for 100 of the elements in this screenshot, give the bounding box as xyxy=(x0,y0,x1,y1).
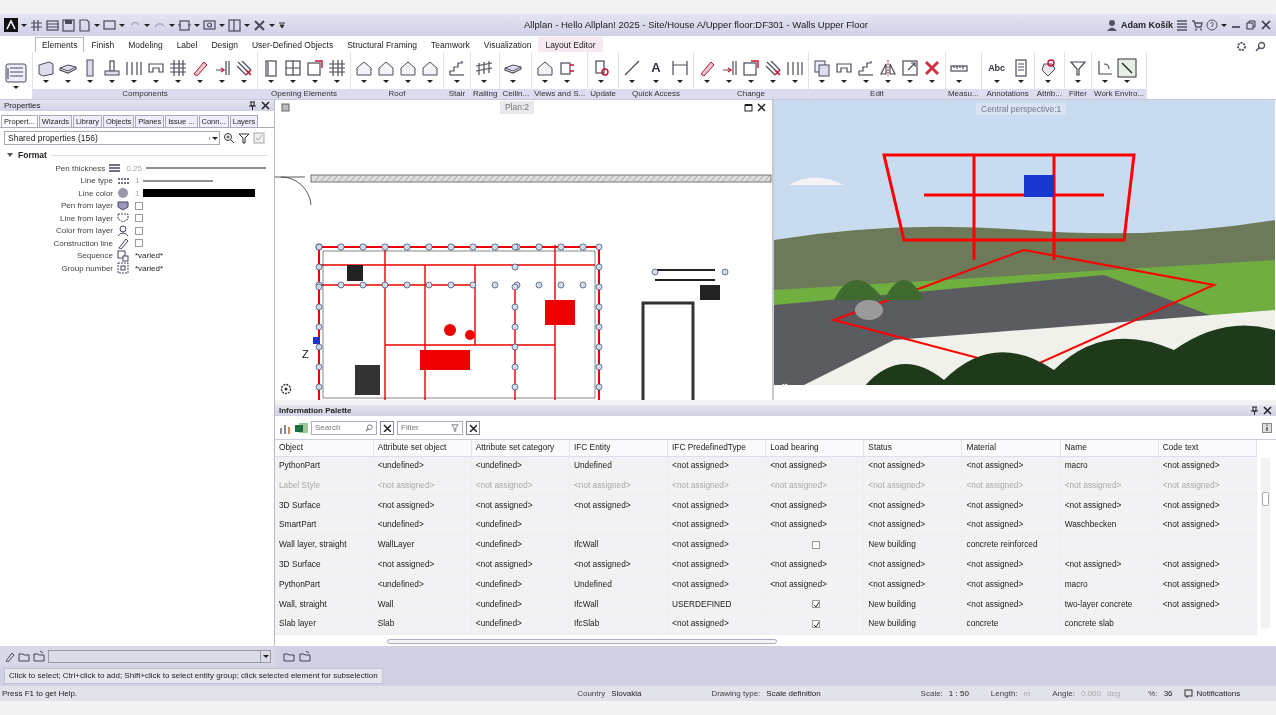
column-header[interactable]: IFC PredefinedType xyxy=(667,440,766,456)
tool-button[interactable] xyxy=(474,58,494,83)
ribbon-tab[interactable]: Label xyxy=(169,36,205,52)
user-icon[interactable] xyxy=(1106,19,1118,31)
folder-icon[interactable] xyxy=(33,650,45,662)
tool-button[interactable] xyxy=(1068,58,1088,83)
viewport-tab[interactable]: Plan:2 xyxy=(499,101,535,114)
ribbon-tab[interactable]: User-Defined Objects xyxy=(244,36,341,52)
customize-icon[interactable] xyxy=(278,21,286,29)
scrollbar[interactable] xyxy=(1261,458,1270,628)
caret-icon[interactable] xyxy=(94,23,100,27)
pin-icon[interactable] xyxy=(248,101,257,110)
layout-icon[interactable] xyxy=(228,18,241,32)
column-header[interactable]: Name xyxy=(1060,440,1159,456)
checkbox[interactable] xyxy=(135,226,143,235)
close-icon[interactable] xyxy=(261,101,270,110)
pencil-icon[interactable] xyxy=(4,650,15,662)
folder-icon[interactable] xyxy=(18,650,30,662)
tool-button[interactable] xyxy=(305,58,325,83)
help-icon[interactable] xyxy=(1206,19,1218,31)
user-name[interactable]: Adam Košík xyxy=(1121,19,1173,31)
checkbox[interactable] xyxy=(135,239,143,248)
folder-icon[interactable] xyxy=(283,650,295,662)
column-header[interactable]: Material xyxy=(962,440,1061,456)
column-header[interactable]: Status xyxy=(863,440,962,456)
checkbox[interactable] xyxy=(135,201,143,210)
maximize-icon[interactable] xyxy=(744,103,753,112)
column-header[interactable]: Attribute set object xyxy=(373,440,472,456)
folder-icon[interactable] xyxy=(299,650,311,662)
close-icon[interactable] xyxy=(1260,19,1272,31)
restore-icon[interactable] xyxy=(1245,19,1257,31)
column-header[interactable]: IFC Entity xyxy=(569,440,668,456)
clear-button[interactable] xyxy=(380,421,394,435)
info-icon[interactable] xyxy=(1262,423,1272,433)
text-button[interactable]: Abc xyxy=(984,58,1009,83)
ribbon-tab[interactable]: Elements xyxy=(35,36,85,52)
ribbon-tab[interactable]: Teamwork xyxy=(424,36,477,52)
column-header[interactable]: Load bearing xyxy=(765,440,864,456)
checkbox[interactable] xyxy=(135,214,143,223)
settings-icon[interactable] xyxy=(1236,41,1247,52)
chart-icon[interactable] xyxy=(279,422,292,434)
tool-button[interactable] xyxy=(899,58,920,83)
caret-icon[interactable] xyxy=(169,23,175,27)
ribbon-tab[interactable]: Structural Framing xyxy=(340,36,425,52)
close-icon[interactable] xyxy=(757,103,766,112)
checkbox[interactable] xyxy=(812,541,821,550)
grid-icon[interactable] xyxy=(30,18,43,32)
column-header[interactable]: Code text xyxy=(1158,440,1257,456)
ribbon-tab[interactable]: Design xyxy=(204,36,245,52)
table-icon[interactable] xyxy=(46,18,59,32)
checkbox[interactable] xyxy=(812,600,821,609)
checkbox-icon[interactable] xyxy=(253,132,265,144)
pin-icon[interactable] xyxy=(1250,406,1259,415)
ribbon-tab[interactable]: Visualization xyxy=(476,36,539,52)
list-icon[interactable] xyxy=(1176,19,1188,31)
zoom-icon[interactable] xyxy=(223,132,235,144)
caret-icon[interactable] xyxy=(269,23,275,27)
caret-icon[interactable] xyxy=(194,23,200,27)
notifications-button[interactable]: Notifications xyxy=(1178,688,1241,699)
checkbox[interactable] xyxy=(812,620,821,629)
search-field[interactable]: Search xyxy=(311,421,377,435)
cart-icon[interactable] xyxy=(1191,19,1203,31)
properties-dropdown[interactable]: Shared properties (156) xyxy=(4,131,220,145)
text-input[interactable]: Filter xyxy=(401,423,451,433)
clear-button[interactable] xyxy=(466,421,480,435)
logo-icon[interactable] xyxy=(4,18,18,32)
navigation-icon[interactable] xyxy=(280,383,292,395)
tool-button[interactable] xyxy=(234,58,254,83)
tool-button[interactable] xyxy=(36,58,56,83)
tools-icon[interactable] xyxy=(253,18,266,32)
column-header[interactable]: Object xyxy=(275,440,374,456)
tool-button[interactable] xyxy=(283,58,303,83)
filter-icon[interactable] xyxy=(238,132,250,144)
caret-icon[interactable] xyxy=(21,23,27,27)
tool-button[interactable] xyxy=(1117,58,1137,83)
caret-icon[interactable] xyxy=(1221,23,1227,27)
ribbon-tab[interactable]: Modeling xyxy=(121,36,170,52)
property-value[interactable]: *varied* xyxy=(135,263,163,274)
caret-icon[interactable] xyxy=(119,23,125,27)
search-icon[interactable] xyxy=(1255,41,1266,52)
viewport-menu-icon[interactable] xyxy=(281,103,290,112)
viewport-tab[interactable]: Central perspective:1 xyxy=(976,103,1067,116)
filter-field[interactable]: Filter xyxy=(397,421,463,435)
property-value[interactable]: *varied* xyxy=(135,251,163,261)
column-header[interactable]: Attribute set category xyxy=(471,440,570,456)
document-icon[interactable] xyxy=(78,18,91,32)
save-icon[interactable] xyxy=(62,18,75,32)
close-icon[interactable] xyxy=(1263,406,1272,415)
text-button[interactable]: A xyxy=(643,58,668,83)
tool-button[interactable] xyxy=(877,58,898,83)
caret-icon[interactable] xyxy=(144,23,150,27)
caret-icon[interactable] xyxy=(219,23,225,27)
monitor-icon[interactable] xyxy=(203,18,216,32)
text-input[interactable]: Search xyxy=(315,423,365,433)
caret-icon[interactable] xyxy=(244,23,250,27)
scrollbar[interactable] xyxy=(387,639,777,644)
spreadsheet-icon[interactable] xyxy=(295,422,308,434)
ribbon-tab[interactable]: Finish xyxy=(84,36,122,52)
layers-button[interactable] xyxy=(4,62,28,89)
ribbon-tab[interactable]: Layout Editor xyxy=(538,36,603,52)
